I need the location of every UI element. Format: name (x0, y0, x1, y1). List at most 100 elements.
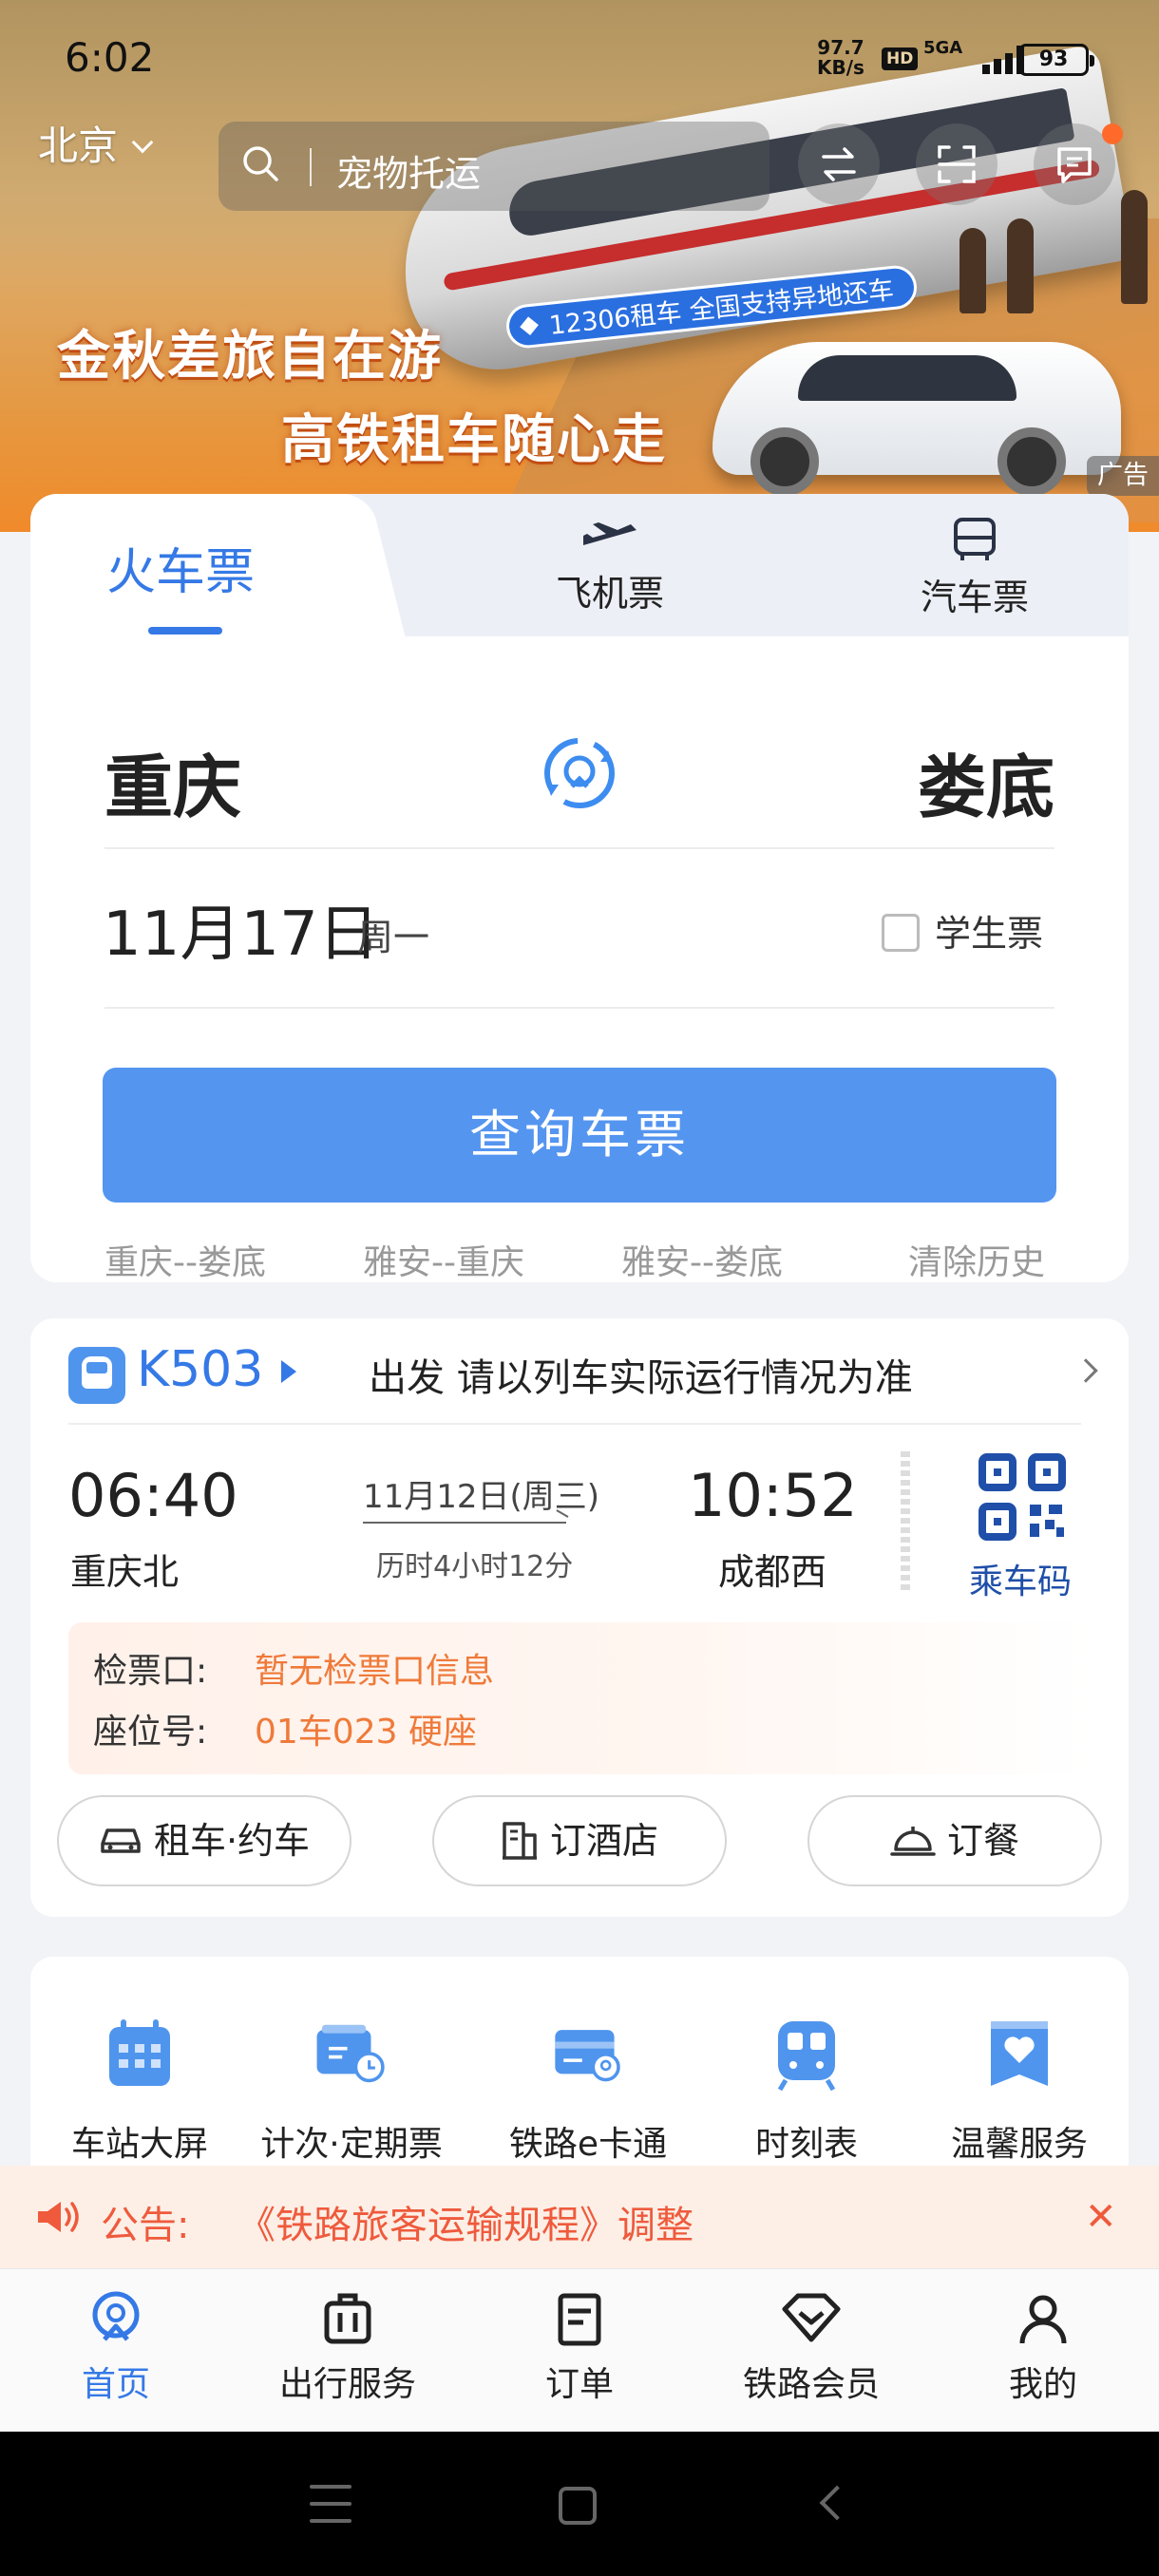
nav-orders-label: 订单 (544, 2365, 614, 2404)
network-type: 5GA (923, 38, 963, 58)
search-divider (310, 148, 312, 186)
to-station[interactable]: 娄底 (918, 731, 1054, 831)
ticket-search-card: 火车票 飞机票 汽车票 重庆 娄底 11月17日 周一 学生票 查询车票 重庆-… (30, 494, 1129, 1282)
network-speed-unit: KB/s (817, 56, 864, 79)
heart-bookmark-icon (991, 2021, 1048, 2086)
profile-icon (1019, 2295, 1067, 2344)
gate-seat-info: 检票口: 暂无检票口信息 座位号: 01车023 硬座 (68, 1622, 1091, 1774)
search-input[interactable]: 宠物托运 (218, 122, 770, 211)
history-item[interactable]: 雅安--娄底 (621, 1235, 783, 1282)
history-item[interactable]: 重庆--娄底 (104, 1235, 266, 1282)
nav-home[interactable]: 首页 (21, 2290, 211, 2406)
query-tickets-button[interactable]: 查询车票 (103, 1068, 1056, 1203)
periodic-ticket-item[interactable]: 计次·定期票 (252, 2016, 451, 2166)
train-front-icon (777, 2021, 836, 2092)
trip-date: 11月12日(周三) (363, 1478, 600, 1516)
history-item[interactable]: 雅安--重庆 (363, 1235, 524, 1282)
home-button[interactable] (559, 2487, 597, 2525)
trip-arrow (363, 1522, 566, 1524)
scan-icon (938, 145, 976, 183)
student-ticket-checkbox[interactable]: 学生票 (882, 904, 1043, 957)
train-icon (68, 1347, 125, 1404)
announcement-label: 公告: (101, 2204, 190, 2247)
tab-flight[interactable]: 飞机票 (515, 517, 705, 616)
back-button[interactable] (819, 2485, 855, 2521)
seat-value: 01车023 硬座 (255, 1713, 477, 1752)
upcoming-trip-card[interactable]: K503 出发 请以列车实际运行情况为准 06:40 重庆北 11月12日(周三… (30, 1318, 1129, 1917)
food-cloche-icon (890, 1826, 936, 1856)
system-navigation (0, 2432, 1159, 2576)
clear-history-button[interactable]: 清除历史 (908, 1235, 1045, 1282)
airplane-icon (583, 522, 636, 545)
city-name: 北京 (38, 123, 119, 169)
station-screen-item[interactable]: 车站大屏 (40, 2016, 239, 2166)
banner-slogan-line2: 高铁租车随心走 (281, 409, 667, 471)
student-ticket-label: 学生票 (935, 913, 1044, 955)
route-form: 重庆 娄底 11月17日 周一 学生票 查询车票 重庆--娄底 雅安--重庆 雅… (30, 636, 1129, 1282)
caring-service-item[interactable]: 温馨服务 (920, 2016, 1119, 2166)
qr-code-icon[interactable] (977, 1451, 1068, 1543)
message-icon (1057, 147, 1092, 183)
tab-train[interactable]: 火车票 (30, 494, 353, 638)
station-screen-label: 车站大屏 (70, 2125, 208, 2164)
order-icon (558, 2293, 601, 2346)
unread-dot (1102, 123, 1123, 144)
ticket-tabs: 火车票 飞机票 汽车票 (30, 494, 1129, 638)
switch-button[interactable] (798, 123, 880, 205)
chevron-down-icon (131, 131, 154, 154)
quick-services: 车站大屏 计次·定期票 铁路e卡通 时刻表 温馨服务 (30, 1957, 1129, 2166)
car-rental-button[interactable]: 租车·约车 (57, 1795, 352, 1886)
status-bar: 6:02 97.7 KB/s HD 5GA 93 (0, 0, 1159, 114)
travel-date[interactable]: 11月17日 (103, 885, 379, 973)
meal-label: 订餐 (946, 1820, 1019, 1862)
timetable-item[interactable]: 时刻表 (707, 2016, 906, 2166)
announcement-text[interactable]: 《铁路旅客运输规程》调整 (238, 2194, 694, 2249)
caring-service-label: 温馨服务 (950, 2125, 1088, 2164)
nav-travel-label: 出行服务 (278, 2365, 416, 2404)
ad-tag: 广告 (1087, 456, 1159, 496)
nav-membership-label: 铁路会员 (742, 2365, 880, 2404)
from-station[interactable]: 重庆 (104, 731, 241, 831)
gate-row: 检票口: 暂无检票口信息 (93, 1643, 494, 1693)
hotel-label: 订酒店 (549, 1820, 658, 1862)
arrival-time: 10:52 (688, 1461, 858, 1530)
timetable-label: 时刻表 (754, 2125, 858, 2164)
rail-ecard-item[interactable]: 铁路e卡通 (488, 2016, 688, 2166)
hotel-button[interactable]: 订酒店 (432, 1795, 727, 1886)
signal-icon (969, 44, 1026, 74)
scan-button[interactable] (916, 123, 998, 205)
banner-person (1121, 190, 1148, 304)
swap-stations-icon[interactable] (540, 733, 619, 813)
banner-car-image (712, 342, 1121, 496)
close-icon[interactable]: ✕ (1085, 2198, 1117, 2236)
nav-orders[interactable]: 订单 (484, 2290, 674, 2406)
tab-flight-label: 飞机票 (555, 573, 664, 615)
speaker-icon (38, 2202, 79, 2232)
hd-badge: HD (882, 47, 919, 70)
play-arrow-icon (281, 1360, 296, 1383)
departure-station: 重庆北 (70, 1551, 180, 1593)
banner-person (1007, 218, 1034, 313)
tab-bus[interactable]: 汽车票 (880, 517, 1070, 620)
car-icon (101, 1828, 141, 1853)
chevron-right-icon[interactable] (1074, 1358, 1098, 1383)
train-number[interactable]: K503 (137, 1341, 263, 1398)
ride-code-label[interactable]: 乘车码 (969, 1554, 1072, 1603)
nav-profile[interactable]: 我的 (948, 2290, 1138, 2406)
bus-icon (954, 518, 996, 560)
network-speed: 97.7 KB/s (817, 38, 864, 78)
ticket-clock-icon (316, 2024, 385, 2083)
nav-travel-services[interactable]: 出行服务 (253, 2290, 443, 2406)
nav-membership[interactable]: 铁路会员 (716, 2290, 906, 2406)
trip-duration: 历时4小时12分 (376, 1550, 574, 1583)
divider (104, 1007, 1054, 1009)
announcement-bar[interactable]: 公告: 《铁路旅客运输规程》调整 ✕ (0, 2166, 1159, 2268)
city-selector[interactable]: 北京 (38, 114, 154, 172)
divider (104, 847, 1054, 849)
meal-button[interactable]: 订餐 (808, 1795, 1102, 1886)
swap-arrows-icon (822, 147, 856, 181)
checkbox[interactable] (882, 913, 920, 952)
rail-ecard-label: 铁路e卡通 (508, 2125, 668, 2164)
periodic-ticket-label: 计次·定期票 (260, 2125, 443, 2164)
gate-label: 检票口: (93, 1652, 208, 1691)
